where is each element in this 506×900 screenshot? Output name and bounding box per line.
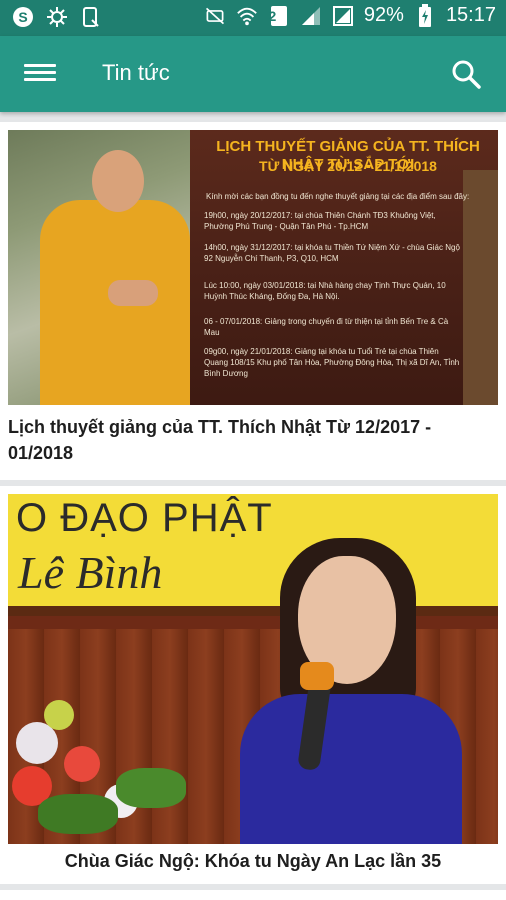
microphone-head [300, 662, 334, 690]
poster-intro: Kính mời các bạn đồng tu đến nghe thuyết… [206, 192, 470, 201]
status-right-icons: 2 92% 15:17 [204, 3, 496, 27]
news-thumbnail[interactable]: LỊCH THUYẾT GIẢNG CỦA TT. THÍCH NHẬT TỪ … [8, 130, 498, 405]
news-thumbnail[interactable]: O ĐẠO PHẬT Lê Bình [8, 494, 498, 844]
poster-pillar [463, 170, 498, 405]
menu-button[interactable] [24, 60, 56, 88]
sim-icon: 2 [268, 5, 290, 27]
signal-icon-2 [332, 5, 354, 27]
news-title[interactable]: Lịch thuyết giảng của TT. Thích Nhật Từ … [8, 414, 478, 466]
poster-subheading: TỪ NGÀY 20/12 - 21/1/2018 [259, 158, 437, 174]
poster-line: 14h00, ngày 31/12/2017: tại khóa tu Thiề… [204, 243, 460, 263]
signal-icon [300, 5, 322, 27]
battery-percent: 92% [363, 4, 404, 26]
search-icon [452, 60, 481, 89]
poster-line: 19h00, ngày 20/12/2017: tại chùa Thiên C… [204, 211, 436, 231]
settings-icon [46, 6, 68, 28]
wifi-icon [236, 5, 258, 27]
woman-dress [240, 694, 462, 844]
news-card[interactable] [0, 890, 506, 900]
flower-arrangement [8, 684, 198, 844]
poster-line: Lúc 10:00, ngày 03/01/2018: tại Nhà hàng… [204, 281, 446, 301]
status-left-icons: S [12, 6, 102, 28]
svg-text:S: S [18, 9, 27, 25]
news-feed[interactable]: LỊCH THUYẾT GIẢNG CỦA TT. THÍCH NHẬT TỪ … [0, 112, 506, 900]
notification-icon [80, 6, 102, 28]
monk-hands [108, 280, 158, 306]
skype-icon: S [12, 6, 34, 28]
app-bar: Tin tức [0, 36, 506, 112]
banner: O ĐẠO PHẬT Lê Bình [8, 494, 498, 612]
banner-text-line2: Lê Bình [18, 547, 163, 598]
page-title: Tin tức [102, 60, 170, 85]
battery-icon [414, 3, 436, 27]
news-title[interactable]: Chùa Giác Ngộ: Khóa tu Ngày An Lạc lần 3… [0, 848, 506, 874]
search-button[interactable] [450, 58, 482, 90]
menu-icon-bar [24, 78, 56, 81]
status-bar: S 2 92% 15:17 [0, 0, 506, 36]
poster-line: 09g00, ngày 21/01/2018: Giảng tại khóa t… [204, 347, 460, 378]
menu-icon-bar [24, 71, 56, 74]
mute-icon [204, 5, 226, 27]
poster-line: 06 - 07/01/2018: Giảng trong chuyến đi t… [204, 317, 449, 337]
banner-border [8, 606, 498, 616]
banner-text-line1: O ĐẠO PHẬT [16, 496, 273, 540]
menu-icon-bar [24, 64, 56, 67]
sim-slot-label: 2 [268, 7, 277, 24]
monk-head [92, 150, 144, 212]
clock: 15:17 [445, 4, 496, 26]
news-card[interactable]: O ĐẠO PHẬT Lê Bình Chùa Giác Ngộ: Khóa t… [0, 486, 506, 884]
news-card[interactable]: LỊCH THUYẾT GIẢNG CỦA TT. THÍCH NHẬT TỪ … [0, 122, 506, 480]
